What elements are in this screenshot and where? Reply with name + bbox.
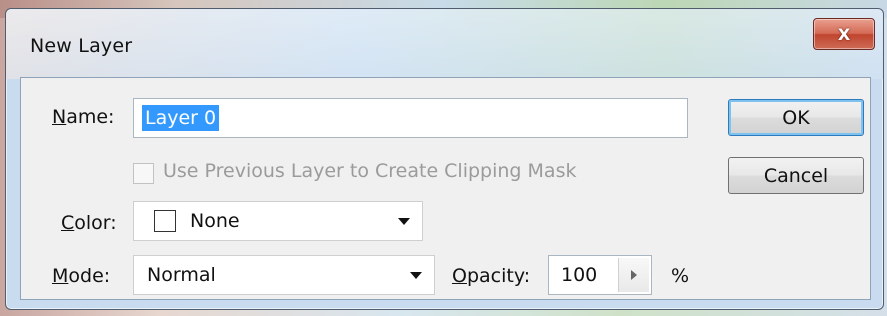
opacity-value: 100 bbox=[561, 264, 598, 286]
clipping-mask-label: Use Previous Layer to Create Clipping Ma… bbox=[163, 160, 577, 182]
chevron-right-icon bbox=[631, 270, 637, 280]
close-button[interactable]: X bbox=[813, 18, 875, 50]
chevron-down-icon bbox=[398, 218, 410, 225]
new-layer-dialog: New Layer X Name: Layer 0 OK Cancel Use … bbox=[5, 8, 884, 310]
mode-label-text: ode: bbox=[68, 265, 111, 287]
percent-label: % bbox=[671, 265, 690, 287]
opacity-slider-button[interactable] bbox=[618, 258, 649, 292]
dialog-title: New Layer bbox=[30, 35, 133, 57]
color-label-text: olor: bbox=[74, 212, 117, 234]
opacity-label-text: pacity: bbox=[466, 265, 531, 287]
name-label-text: ame: bbox=[66, 106, 115, 128]
mode-label: Mode: bbox=[52, 265, 110, 287]
title-bar: New Layer X bbox=[6, 9, 883, 79]
close-icon: X bbox=[837, 24, 851, 44]
name-label-accelerator: N bbox=[52, 106, 67, 128]
cancel-button[interactable]: Cancel bbox=[728, 157, 864, 194]
name-field[interactable]: Layer 0 bbox=[133, 98, 688, 138]
color-swatch bbox=[154, 210, 176, 232]
clipping-mask-checkbox[interactable] bbox=[133, 163, 154, 184]
mode-select[interactable]: Normal bbox=[133, 255, 435, 295]
opacity-label: Opacity: bbox=[452, 265, 530, 287]
color-label: Color: bbox=[61, 212, 117, 234]
mode-select-value: Normal bbox=[147, 264, 216, 286]
chevron-down-icon bbox=[410, 272, 422, 279]
color-select-value: None bbox=[190, 210, 240, 232]
opacity-field[interactable]: 100 bbox=[548, 255, 652, 295]
ok-button[interactable]: OK bbox=[728, 99, 864, 136]
name-field-value: Layer 0 bbox=[142, 105, 220, 131]
color-label-accelerator: C bbox=[61, 212, 75, 234]
color-select[interactable]: None bbox=[133, 201, 423, 241]
dialog-content: Name: Layer 0 OK Cancel Use Previous Lay… bbox=[20, 77, 871, 300]
opacity-label-accelerator: O bbox=[452, 265, 467, 287]
mode-label-accelerator: M bbox=[52, 265, 69, 287]
name-label: Name: bbox=[52, 106, 114, 128]
